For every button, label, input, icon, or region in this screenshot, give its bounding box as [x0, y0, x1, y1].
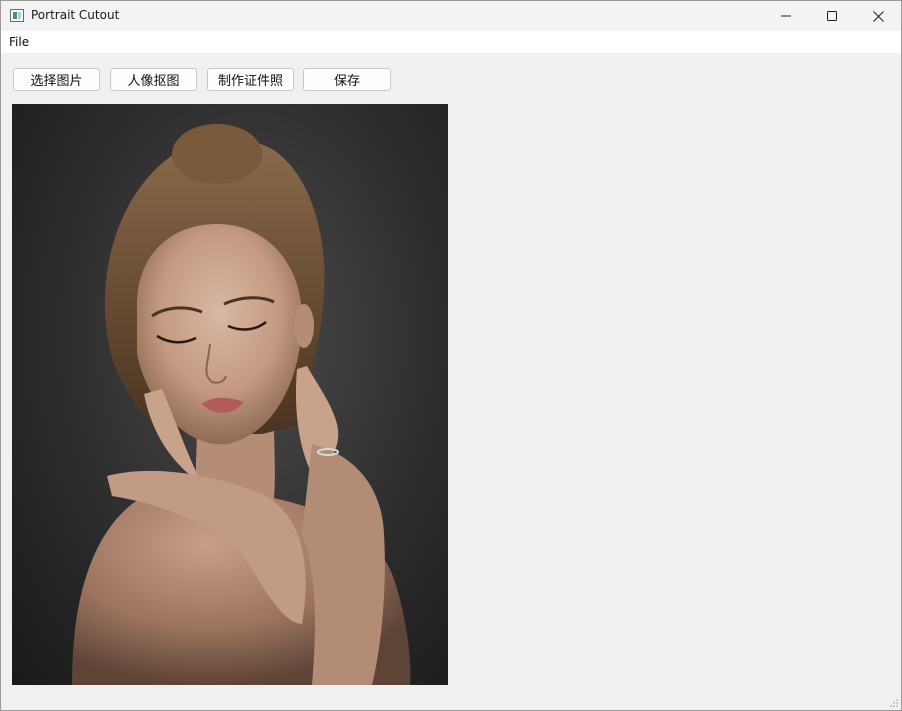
menu-bar: File [1, 31, 901, 53]
image-preview [12, 104, 448, 685]
close-button[interactable] [855, 1, 901, 31]
minimize-button[interactable] [763, 1, 809, 31]
app-window-icon [10, 9, 24, 22]
window-title: Portrait Cutout [31, 8, 120, 22]
make-id-photo-button[interactable]: 制作证件照 [207, 68, 294, 91]
select-image-button[interactable]: 选择图片 [13, 68, 100, 91]
portrait-cutout-button[interactable]: 人像抠图 [110, 68, 197, 91]
maximize-button[interactable] [809, 1, 855, 31]
menu-file[interactable]: File [9, 35, 29, 49]
app-window: Portrait Cutout File 选择图片 人像抠图 制作证件照 保存 [0, 0, 902, 711]
portrait-photo [72, 124, 411, 685]
save-button[interactable]: 保存 [303, 68, 391, 91]
maximize-icon [827, 11, 837, 21]
title-bar[interactable]: Portrait Cutout [1, 1, 901, 31]
minimize-icon [781, 15, 791, 17]
close-icon [872, 10, 884, 22]
resize-grip-icon[interactable] [889, 698, 899, 708]
